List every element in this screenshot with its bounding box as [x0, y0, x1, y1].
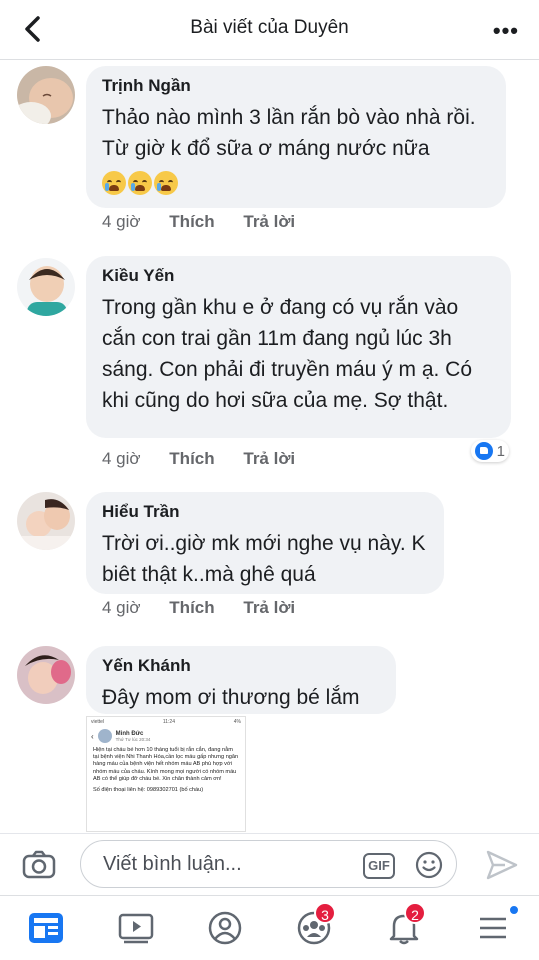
- comment-bubble: Trịnh Ngần Thảo nào mình 3 lần rắn bò và…: [86, 66, 506, 208]
- screenshot-body: Hiện tại cháu bé hơn 10 tháng tuổi bị rắ…: [93, 747, 239, 782]
- comment-bubble: Yến Khánh Đây mom ơi thương bé lắm: [86, 646, 396, 714]
- comment-text: Thảo nào mình 3 lần rắn bò vào nhà rồi. …: [102, 106, 476, 160]
- screenshot-avatar: [97, 729, 112, 743]
- profile-icon: [208, 911, 242, 945]
- comment-time: 4 giờ: [102, 212, 141, 231]
- reply-button[interactable]: Trả lời: [243, 598, 295, 617]
- more-options-icon[interactable]: •••: [493, 18, 519, 44]
- comment-actions: 4 giờ Thích Trả lời: [102, 212, 319, 232]
- emoji-picker-icon[interactable]: [415, 851, 443, 879]
- nav-notifications[interactable]: 2: [384, 902, 426, 946]
- comment-bubble: Hiểu Trần Trời ơi..giờ mk mới nghe vụ nà…: [86, 492, 444, 594]
- nav-watch[interactable]: [116, 910, 156, 946]
- comment-bubble: Kiều Yến Trong gần khu e ở đang có vụ rắ…: [86, 256, 511, 438]
- comment-text: Trời ơi..giờ mk mới nghe vụ này. K biêt …: [102, 532, 426, 586]
- avatar[interactable]: [17, 258, 75, 316]
- avatar[interactable]: [17, 646, 75, 704]
- attached-screenshot-image[interactable]: viettel 11:24 4% ‹ Minh Đức Thứ Tư lúc 2…: [86, 716, 246, 832]
- screenshot-status-bar: viettel 11:24 4%: [87, 717, 245, 727]
- comment-composer: Viết bình luận... GIF: [0, 833, 539, 895]
- crying-face-emoji-icon: [102, 171, 126, 196]
- comment-author[interactable]: Trịnh Ngần: [102, 76, 490, 96]
- camera-icon[interactable]: [22, 849, 56, 879]
- crying-face-emoji-icon: [154, 171, 178, 196]
- comment-text: Đây mom ơi thương bé lắm: [102, 686, 360, 709]
- screenshot-poster-time: Thứ Tư lúc 20:34: [115, 736, 151, 742]
- comment-author[interactable]: Yến Khánh: [102, 656, 380, 676]
- reply-button[interactable]: Trả lời: [243, 449, 295, 468]
- bottom-navigation: 3 2: [0, 895, 539, 960]
- watch-video-icon: [118, 913, 154, 944]
- gif-button[interactable]: GIF: [363, 853, 395, 879]
- screenshot-battery: 4%: [233, 719, 241, 725]
- crying-face-emoji-icon: [128, 171, 152, 196]
- menu-new-dot: [508, 904, 520, 916]
- comment-author[interactable]: Hiểu Trần: [102, 502, 428, 522]
- nav-news-feed[interactable]: [26, 910, 66, 946]
- comment-time: 4 giờ: [102, 598, 141, 617]
- screenshot-clock: 11:24: [162, 719, 175, 725]
- top-bar: Bài viết của Duyên •••: [0, 0, 539, 60]
- like-button[interactable]: Thích: [169, 449, 214, 468]
- like-button[interactable]: Thích: [169, 212, 214, 231]
- comment-input-placeholder: Viết bình luận...: [103, 853, 242, 875]
- nav-profile[interactable]: [205, 910, 245, 946]
- reaction-count[interactable]: 1: [470, 440, 509, 462]
- news-feed-icon: [29, 913, 63, 943]
- screenshot-poster: ‹ Minh Đức Thứ Tư lúc 20:34: [87, 727, 245, 745]
- send-icon[interactable]: [485, 849, 519, 881]
- comment-actions: 4 giờ Thích Trả lời: [102, 449, 319, 469]
- like-button[interactable]: Thích: [169, 598, 214, 617]
- like-reaction-icon: [474, 442, 493, 460]
- menu-icon: [480, 917, 506, 939]
- comment-text: Trong gần khu e ở đang có vụ rắn vào cắn…: [102, 296, 473, 412]
- screenshot-phone: Số điện thoại liên hệ: 0989302701 (bố ch…: [93, 787, 204, 794]
- reply-button[interactable]: Trả lời: [243, 212, 295, 231]
- reaction-count-text: 1: [496, 442, 505, 460]
- nav-menu[interactable]: [474, 904, 520, 946]
- screenshot-carrier: viettel: [91, 719, 105, 725]
- comment-actions: 4 giờ Thích Trả lời: [102, 598, 319, 618]
- comment-time: 4 giờ: [102, 449, 141, 468]
- groups-badge: 3: [314, 902, 336, 924]
- avatar[interactable]: [17, 66, 75, 124]
- comment-author[interactable]: Kiều Yến: [102, 266, 495, 286]
- comment-input[interactable]: Viết bình luận... GIF: [80, 840, 457, 888]
- nav-groups[interactable]: 3: [294, 902, 336, 946]
- screenshot-back-icon: ‹: [91, 731, 94, 741]
- emoji-row: [102, 168, 490, 196]
- notifications-badge: 2: [404, 902, 426, 924]
- page-title: Bài viết của Duyên: [190, 17, 349, 38]
- avatar[interactable]: [17, 492, 75, 550]
